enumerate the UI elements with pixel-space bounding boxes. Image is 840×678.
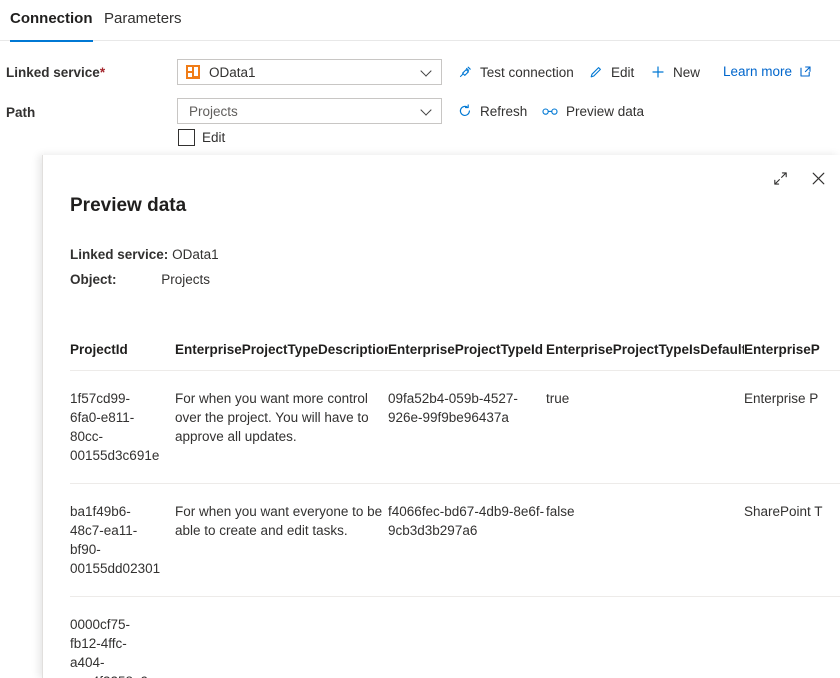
linked-service-label: Linked service* <box>6 64 105 82</box>
table-header: ProjectId EnterpriseProjectTypeDescripti… <box>70 333 840 371</box>
panel-title: Preview data <box>70 195 186 217</box>
preview-data-table: ProjectId EnterpriseProjectTypeDescripti… <box>70 333 840 678</box>
path-value: Projects <box>189 104 238 119</box>
path-edit-checkbox-label: Edit <box>202 130 225 145</box>
refresh-icon <box>457 103 473 119</box>
panel-object-value: Projects <box>161 272 210 287</box>
panel-controls <box>766 164 832 192</box>
cell-isdefault: false <box>546 484 744 596</box>
cell-isdefault: true <box>546 371 744 483</box>
tab-bar: Connection Parameters <box>0 0 840 41</box>
close-icon[interactable] <box>804 164 832 192</box>
panel-linked-service: Linked service: OData1 <box>70 247 219 262</box>
table-body: 1f57cd99- 6fa0-e811- 80cc- 00155d3c691e … <box>70 371 840 678</box>
learn-more-link[interactable]: Learn more <box>723 64 812 79</box>
linked-service-dropdown[interactable]: OData1 <box>177 59 442 85</box>
column-header-enterpriseprojecttypeid: EnterpriseProjectTypeId <box>388 333 546 370</box>
cell-isdefault <box>546 597 744 678</box>
required-asterisk: * <box>100 65 105 80</box>
table-row: 0000cf75- fb12-4ffc- a404- aec4f3258a9c <box>70 597 840 678</box>
panel-object-label: Object: <box>70 272 117 287</box>
column-header-enterpriseprojecttypedescription: EnterpriseProjectTypeDescription <box>175 333 388 370</box>
odata-dataset-connection-page: Connection Parameters Linked service* Pa… <box>0 0 840 678</box>
panel-linked-service-value: OData1 <box>172 247 219 262</box>
pencil-icon <box>588 64 604 80</box>
plug-icon <box>457 64 473 80</box>
new-label: New <box>673 65 700 80</box>
cell-projectid: 1f57cd99- 6fa0-e811- 80cc- 00155d3c691e <box>70 371 175 483</box>
path-dropdown[interactable]: Projects <box>177 98 442 124</box>
odata-service-icon <box>186 65 200 79</box>
new-linked-service-button[interactable]: New <box>650 64 700 80</box>
cell-typeid: f4066fec-bd67-4db9-8e6f-9cb3d3b297a6 <box>388 484 546 596</box>
column-header-projectid: ProjectId <box>70 333 175 370</box>
cell-projectid: 0000cf75- fb12-4ffc- a404- aec4f3258a9c <box>70 597 175 678</box>
learn-more-label: Learn more <box>723 64 792 79</box>
table-row: ba1f49b6- 48c7-ea11- bf90- 00155dd02301 … <box>70 484 840 597</box>
cell-enterprisep: Enterprise P <box>744 371 840 483</box>
column-header-enterpriseprojecttypeisdefault: EnterpriseProjectTypeIsDefault <box>546 333 744 370</box>
cell-typeid <box>388 597 546 678</box>
refresh-label: Refresh <box>480 104 527 119</box>
table-header-row: ProjectId EnterpriseProjectTypeDescripti… <box>70 333 840 371</box>
preview-data-button[interactable]: Preview data <box>541 103 644 119</box>
preview-data-label: Preview data <box>566 104 644 119</box>
cell-enterprisep <box>744 597 840 678</box>
preview-data-panel: Preview data Linked service: OData1 Obje… <box>42 155 840 678</box>
chevron-down-icon <box>422 67 432 77</box>
expand-icon[interactable] <box>766 164 794 192</box>
linked-service-label-text: Linked service <box>6 65 100 80</box>
cell-enterprisep: SharePoint T <box>744 484 840 596</box>
path-label: Path <box>6 104 35 122</box>
edit-linked-service-button[interactable]: Edit <box>588 64 634 80</box>
tab-connection[interactable]: Connection <box>10 9 93 42</box>
panel-linked-service-label: Linked service: <box>70 247 168 262</box>
test-connection-button[interactable]: Test connection <box>457 64 574 80</box>
cell-typeid: 09fa52b4-059b-4527-926e-99f9be96437a <box>388 371 546 483</box>
path-edit-checkbox-row[interactable]: Edit <box>178 129 225 146</box>
test-connection-label: Test connection <box>480 65 574 80</box>
refresh-button[interactable]: Refresh <box>457 103 527 119</box>
cell-description <box>175 597 388 678</box>
edit-label: Edit <box>611 65 634 80</box>
chevron-down-icon <box>422 106 432 116</box>
column-header-enterprisep: EnterpriseP <box>744 333 840 370</box>
cell-projectid: ba1f49b6- 48c7-ea11- bf90- 00155dd02301 <box>70 484 175 596</box>
cell-description: For when you want more control over the … <box>175 371 388 483</box>
plus-icon <box>650 64 666 80</box>
external-link-icon <box>799 65 812 78</box>
glasses-icon <box>541 103 559 119</box>
linked-service-value: OData1 <box>209 65 256 80</box>
tab-parameters[interactable]: Parameters <box>104 9 182 40</box>
path-edit-checkbox[interactable] <box>178 129 195 146</box>
panel-object: Object: Projects <box>70 272 210 287</box>
table-row: 1f57cd99- 6fa0-e811- 80cc- 00155d3c691e … <box>70 371 840 484</box>
cell-description: For when you want everyone to be able to… <box>175 484 388 596</box>
